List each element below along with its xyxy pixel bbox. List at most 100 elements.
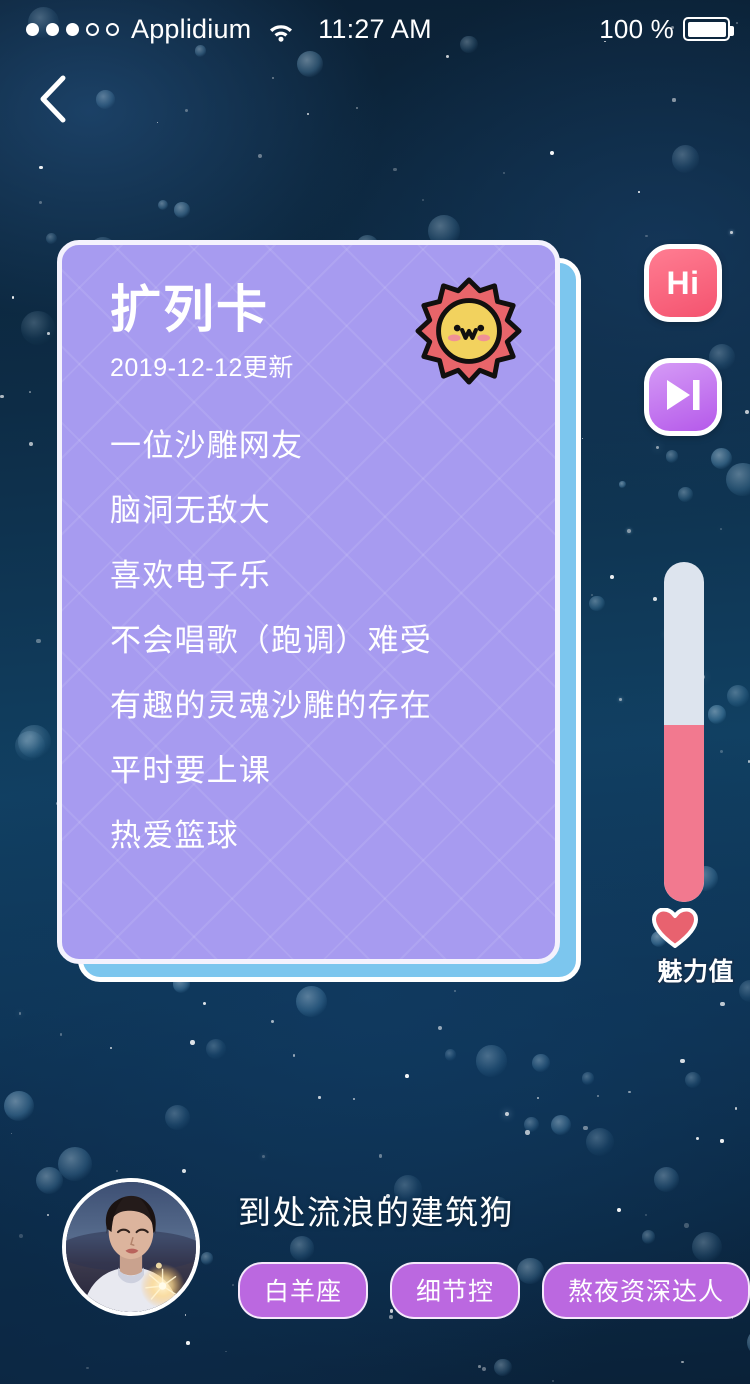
- profile-details: 到处流浪的建筑狗 白羊座 细节控 熬夜资深达人: [238, 1186, 750, 1319]
- card-trait-line: 热爱篮球: [110, 818, 239, 854]
- star-dot: [307, 112, 310, 115]
- next-card-button[interactable]: [644, 358, 722, 436]
- star-dot: [184, 108, 189, 112]
- username-label: 到处流浪的建筑狗: [238, 1194, 514, 1231]
- star-dot: [552, 1379, 555, 1382]
- bokeh-dot: [523, 1116, 540, 1133]
- card-trait-line: 脑洞无敌大: [110, 493, 271, 529]
- bokeh-dot: [586, 1128, 615, 1157]
- star-dot: [271, 76, 274, 79]
- star-dot: [378, 1154, 383, 1159]
- back-button[interactable]: [18, 66, 88, 136]
- star-dot: [626, 528, 631, 533]
- app-screen: Applidium 11:27 AM 100 % 扩列卡 2019-12-12更…: [0, 0, 750, 1384]
- star-dot: [47, 332, 51, 336]
- bokeh-dot: [684, 1071, 702, 1089]
- star-dot: [730, 230, 734, 234]
- star-dot: [203, 1001, 207, 1005]
- heart-icon: [652, 907, 698, 948]
- profile-card[interactable]: 扩列卡 2019-12-12更新 一位沙雕网友 脑洞无敌大 喜欢电子乐 不会唱歌（跑调…: [57, 240, 560, 964]
- star-dot: [504, 1111, 509, 1116]
- star-dot: [502, 171, 506, 175]
- star-dot: [655, 446, 659, 450]
- bokeh-dot: [295, 986, 327, 1018]
- chevron-left-icon: [38, 75, 68, 128]
- star-dot: [352, 1097, 355, 1101]
- star-dot: [18, 1012, 22, 1016]
- bokeh-dot: [15, 731, 46, 762]
- profile-tag[interactable]: 熬夜资深达人: [542, 1262, 750, 1319]
- star-dot: [628, 1090, 631, 1094]
- bokeh-dot: [532, 1053, 550, 1072]
- bokeh-dot: [707, 705, 727, 724]
- star-dot: [261, 1155, 265, 1159]
- star-dot: [0, 394, 4, 399]
- card-trait-line: 有趣的灵魂沙雕的存在: [110, 688, 432, 724]
- star-dot: [681, 1360, 684, 1363]
- profile-bar: 到处流浪的建筑狗 白羊座 细节控 熬夜资深达人: [0, 1178, 750, 1319]
- star-dot: [115, 1169, 119, 1173]
- bokeh-dot: [475, 1045, 508, 1077]
- bokeh-dot: [444, 1049, 457, 1061]
- card-trait-list: 一位沙雕网友 脑洞无敌大 喜欢电子乐 不会唱歌（跑调）难受 有趣的灵魂沙雕的存在 平时要上…: [110, 430, 511, 851]
- star-dot: [28, 390, 31, 393]
- star-dot: [59, 1033, 62, 1036]
- star-dot: [720, 1001, 725, 1007]
- star-dot: [156, 121, 159, 124]
- bokeh-dot: [21, 311, 56, 345]
- star-dot: [744, 409, 749, 414]
- star-dot: [637, 191, 640, 193]
- star-dot: [190, 1040, 195, 1045]
- bokeh-dot: [174, 201, 190, 218]
- star-dot: [86, 1366, 90, 1370]
- star-dot: [719, 528, 722, 531]
- star-dot: [672, 98, 676, 102]
- bokeh-dot: [551, 1114, 572, 1135]
- profile-tag[interactable]: 细节控: [390, 1262, 521, 1319]
- hi-button-label: Hi: [666, 264, 700, 301]
- star-dot: [734, 1106, 738, 1110]
- star-dot: [549, 151, 554, 156]
- bokeh-dot: [3, 1090, 35, 1122]
- star-dot: [271, 1019, 275, 1024]
- star-dot: [437, 1025, 442, 1031]
- star-dot: [393, 167, 398, 172]
- bokeh-dot: [671, 145, 699, 173]
- star-dot: [110, 1047, 112, 1049]
- card-trait-line: 喜欢电子乐: [110, 558, 271, 594]
- bokeh-dot: [494, 1359, 512, 1377]
- star-dot: [720, 1139, 724, 1143]
- star-dot: [318, 1096, 321, 1099]
- star-dot: [481, 1366, 487, 1371]
- star-dot: [525, 1130, 530, 1135]
- charm-meter-label: 魅力值: [656, 956, 735, 988]
- star-dot: [696, 1137, 700, 1141]
- bokeh-dot: [738, 980, 750, 1003]
- star-dot: [583, 1125, 588, 1131]
- star-dot: [720, 750, 724, 754]
- bokeh-dot: [18, 725, 51, 758]
- star-dot: [181, 1169, 187, 1174]
- bokeh-dot: [164, 1105, 190, 1131]
- bokeh-dot: [45, 232, 58, 245]
- star-dot: [653, 596, 658, 601]
- star-dot: [10, 1133, 13, 1135]
- bokeh-dot: [665, 450, 679, 463]
- profile-tag[interactable]: 白羊座: [238, 1262, 369, 1319]
- star-dot: [405, 1074, 409, 1078]
- charm-meter-track[interactable]: [664, 562, 704, 902]
- say-hi-button[interactable]: Hi: [644, 244, 722, 322]
- star-dot: [645, 235, 648, 238]
- bokeh-dot: [582, 1072, 595, 1085]
- avatar[interactable]: [62, 1178, 200, 1316]
- charm-meter-fill: [664, 725, 704, 902]
- star-dot: [478, 1365, 482, 1369]
- star-dot: [258, 153, 263, 158]
- star-dot: [185, 1341, 190, 1346]
- star-dot: [618, 698, 622, 702]
- star-dot: [610, 575, 614, 580]
- star-dot: [11, 296, 15, 299]
- bokeh-dot: [206, 1038, 227, 1060]
- card-trait-line: 不会唱歌（跑调）难受: [110, 623, 432, 659]
- status-bar: Applidium 11:27 AM 100 %: [0, 0, 750, 58]
